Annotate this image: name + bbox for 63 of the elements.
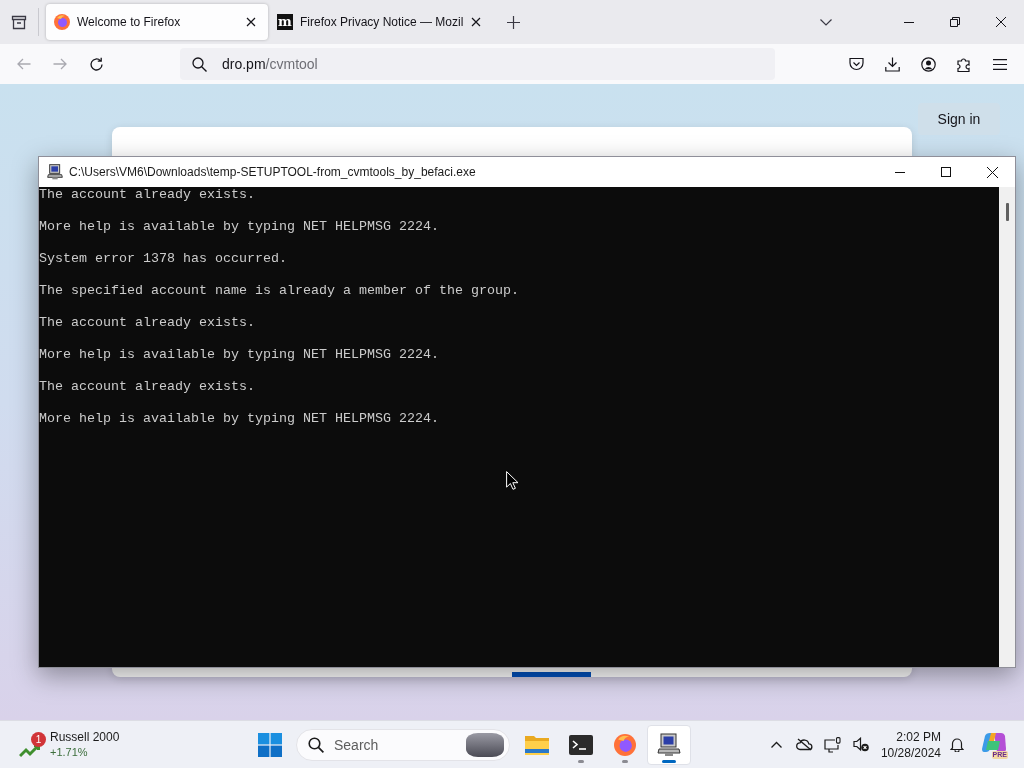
box-icon	[11, 14, 27, 30]
minimize-icon	[895, 171, 905, 173]
browser-logo-icon	[614, 733, 636, 756]
address-bar[interactable]: dro.pm/cvmtool	[180, 48, 775, 80]
console-line: The account already exists.	[39, 315, 255, 331]
assistant-logo-icon	[982, 731, 1006, 754]
arrow-right-icon	[53, 58, 67, 70]
clock-date: 10/28/2024	[880, 744, 941, 761]
console-line: More help is available by typing NET HELPMSG 2224.	[39, 347, 439, 363]
folder-icon	[525, 734, 549, 755]
close-icon	[246, 17, 256, 27]
close-icon	[986, 166, 998, 178]
stock-name: Russell 2000	[50, 729, 120, 745]
search-highlight-picture	[466, 732, 504, 757]
puzzle-icon	[957, 56, 971, 72]
chevron-up-icon	[771, 741, 783, 748]
computer-icon	[47, 164, 63, 180]
shield-chevron-icon	[848, 57, 864, 71]
cloud-off-icon	[796, 738, 814, 751]
computer-icon	[657, 732, 681, 757]
restore-icon	[950, 17, 960, 27]
mouse-pointer-icon	[506, 471, 518, 490]
running-indicator	[578, 759, 584, 763]
terminal-icon	[569, 734, 593, 755]
running-indicator	[622, 759, 628, 763]
bell-icon	[950, 737, 964, 752]
browser-logo-icon	[54, 14, 70, 30]
account-icon	[920, 56, 936, 72]
browser-tab[interactable]: m Firefox Privacy Notice — Mozil	[269, 4, 493, 40]
minimize-icon	[904, 21, 914, 23]
clock-time: 2:02 PM	[896, 728, 941, 745]
sign-in-button[interactable]: Sign in	[918, 103, 1000, 135]
stock-change: +1.71%	[50, 744, 89, 760]
menu-icon	[993, 58, 1007, 70]
search-icon	[308, 736, 324, 753]
arrow-left-icon	[17, 58, 31, 70]
monitor-icon	[824, 736, 842, 753]
scrollbar[interactable]	[999, 187, 1015, 667]
close-icon	[996, 17, 1006, 27]
site-logo-icon: m	[277, 14, 293, 30]
search-field[interactable]: Search	[296, 728, 510, 761]
console-app-button[interactable]	[647, 724, 691, 765]
console-line: The specified account name is already a member of the group.	[39, 283, 519, 299]
console-line: More help is available by typing NET HELPMSG 2224.	[39, 411, 439, 427]
console-line: More help is available by typing NET HELPMSG 2224.	[39, 219, 439, 235]
download-icon	[884, 56, 900, 72]
close-icon	[471, 17, 481, 27]
window-title: C:\Users\VM6\Downloads\temp-SETUPTOOL-from_cvmtools_by_befaci.exe	[69, 165, 476, 179]
speaker-muted-icon	[852, 737, 869, 752]
browser-tab[interactable]: Welcome to Firefox	[46, 4, 268, 40]
maximize-icon	[941, 167, 951, 177]
chevron-down-icon	[820, 18, 832, 26]
scrollbar-thumb[interactable]	[1006, 203, 1009, 221]
running-indicator	[662, 759, 676, 763]
notification-badge: 1	[31, 731, 46, 747]
search-icon	[192, 56, 207, 72]
console-line: System error 1378 has occurred.	[39, 251, 287, 267]
windows-logo-icon	[258, 732, 282, 757]
reload-icon	[88, 56, 104, 72]
console-line: The account already exists.	[39, 379, 255, 395]
plus-icon	[506, 15, 520, 29]
url-text: dro.pm/cvmtool	[222, 56, 318, 72]
console-line: The account already exists.	[39, 187, 255, 203]
